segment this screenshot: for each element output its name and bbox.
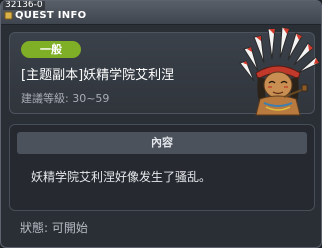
scroll-icon: [4, 11, 13, 20]
quest-content-panel: 內容 妖精学院艾利涅好像发生了骚乱。: [9, 124, 315, 211]
status-value: 可開始: [51, 221, 88, 235]
quest-code: 32136-0: [3, 0, 45, 10]
content-section-header: 內容: [17, 132, 307, 154]
quest-info-window: 32136-0 QUEST INFO 一般 [主题副本]妖精学院艾利涅 建議等級…: [0, 0, 322, 248]
status-label: 狀態:: [20, 221, 49, 235]
quest-description: 妖精学院艾利涅好像发生了骚乱。: [31, 170, 212, 184]
chief-npc-icon: [239, 26, 320, 116]
level-label: 建議等級:: [21, 92, 69, 105]
title-bar[interactable]: 32136-0 QUEST INFO: [1, 1, 321, 25]
quest-status: 狀態: 可開始: [20, 220, 88, 236]
quest-title: [主题副本]妖精学院艾利涅: [21, 68, 175, 83]
window-title: QUEST INFO: [15, 10, 87, 21]
category-badge: 一般: [21, 41, 81, 58]
level-range: 30~59: [72, 92, 110, 105]
recommended-level: 建議等級: 30~59: [21, 92, 109, 106]
